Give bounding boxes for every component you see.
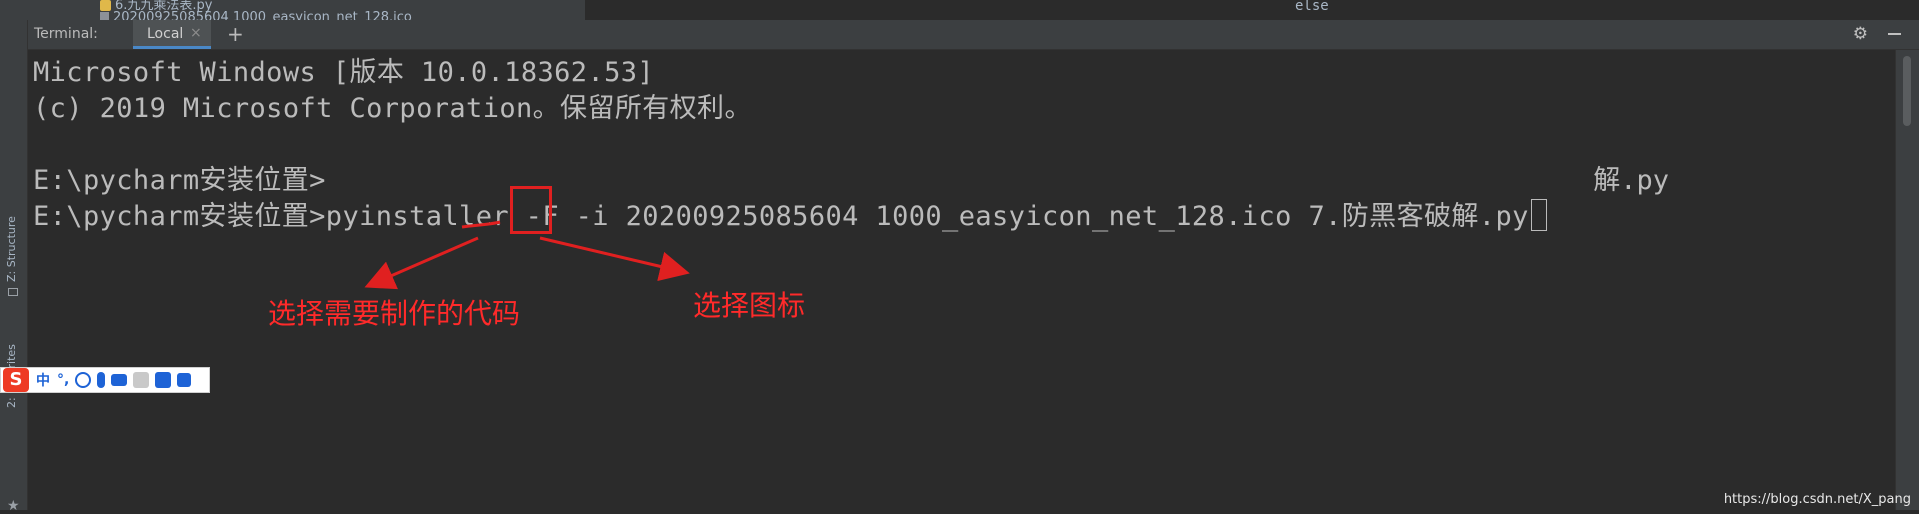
grid-icon[interactable] <box>177 373 192 387</box>
scrollbar-thumb[interactable] <box>1903 56 1911 126</box>
keyboard-icon[interactable] <box>111 374 128 386</box>
ime-mode-toggle[interactable]: 中 <box>36 370 50 390</box>
user-icon[interactable] <box>133 372 150 388</box>
ime-punctuation-toggle[interactable]: °, <box>57 372 69 388</box>
ime-logo[interactable]: S <box>3 368 29 392</box>
emoji-icon[interactable] <box>75 372 92 388</box>
arrow-to-icon-label <box>539 236 690 282</box>
ime-toolbar: S 中 °, <box>0 367 210 393</box>
shirt-icon[interactable] <box>155 372 172 388</box>
vertical-scrollbar[interactable] <box>1895 50 1919 510</box>
annotation-overlay <box>364 220 690 290</box>
microphone-icon[interactable] <box>97 372 106 388</box>
arrow-to-code-label <box>364 236 479 290</box>
watermark: https://blog.csdn.net/X_pang <box>1723 492 1911 507</box>
annotation-label-icon: 选择图标 <box>693 289 806 322</box>
underline-mark <box>461 220 501 229</box>
annotation-label-code: 选择需要制作的代码 <box>268 297 521 330</box>
